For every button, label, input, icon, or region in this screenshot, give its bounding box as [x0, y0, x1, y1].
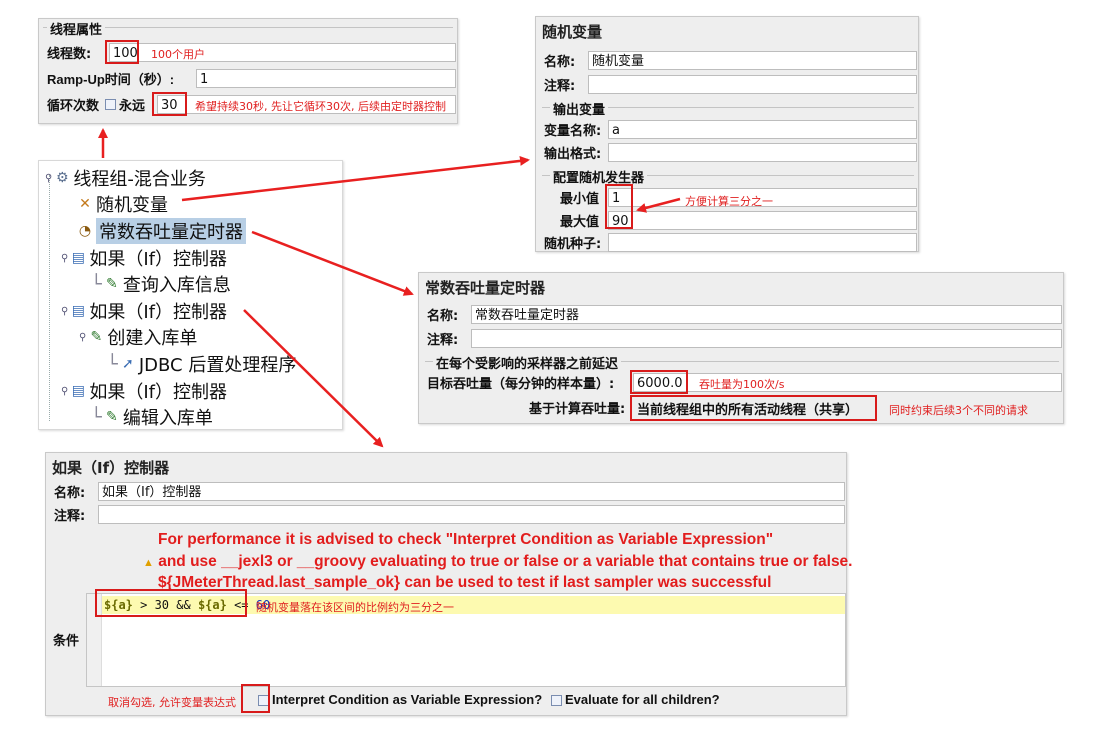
rampup-label: Ramp-Up时间（秒）:: [47, 71, 175, 87]
timer-icon: ◔: [78, 223, 92, 239]
if-name-input[interactable]: 如果（If）控制器: [98, 482, 845, 501]
timer-name-label: 名称:: [427, 308, 459, 324]
rv-format-label: 输出格式:: [544, 146, 602, 162]
condition-note: 随机变量落在该区间的比例约为三分之一: [256, 601, 454, 614]
interpret-label: Interpret Condition as Variable Expressi…: [272, 692, 543, 707]
rv-varname-label: 变量名称:: [544, 123, 602, 139]
tree-item-query-sampler[interactable]: └ ✎ 查询入库信息: [91, 271, 231, 297]
forever-checkbox[interactable]: [105, 98, 117, 110]
if-title: 如果（If）控制器: [52, 459, 170, 477]
rv-seed-label: 随机种子:: [544, 236, 602, 252]
threads-note: 100个用户: [151, 48, 205, 61]
timer-target-highlight: [630, 370, 688, 394]
timer-comment-input[interactable]: [471, 329, 1062, 348]
interpret-highlight: [241, 684, 270, 713]
rv-min-label: 最小值: [560, 191, 600, 207]
threads-label: 线程数:: [47, 46, 92, 62]
random-variable-panel: 随机变量 名称: 随机变量 注释: 输出变量 变量名称: a 输出格式: 配置随…: [535, 16, 919, 252]
timer-based-label: 基于计算吞吐量:: [529, 401, 626, 417]
rv-max-input[interactable]: 90: [608, 211, 917, 230]
pencil-icon: ✎: [105, 276, 118, 292]
if-hint-line-1: For performance it is advised to check "…: [158, 531, 774, 548]
timer-target-note: 吞吐量为100次/s: [699, 378, 785, 391]
loop-note: 希望持续30秒, 先让它循环30次, 后续由定时器控制: [195, 100, 446, 113]
random-variable-title: 随机变量: [542, 23, 603, 41]
timer-target-label: 目标吞吐量（每分钟的样本量）:: [427, 376, 615, 392]
test-plan-tree: ⚲ ⚙ 线程组-混合业务 ✕ 随机变量 ◔ 常数吞吐量定时器 ⚲ ▤ 如果（If）控制器 └…: [38, 160, 343, 430]
timer-delay-section: 在每个受影响的采样器之前延迟: [433, 353, 622, 372]
if-comment-label: 注释:: [54, 508, 86, 524]
tree-item-if-controller-2[interactable]: ⚲ ▤ 如果（If）控制器: [61, 298, 227, 324]
timer-based-highlight: [630, 395, 877, 421]
rv-max-label: 最大值: [560, 214, 600, 230]
pencil-icon: ✎: [90, 329, 103, 345]
loop-label: 循环次数: [47, 98, 100, 114]
timer-name-input[interactable]: 常数吞吐量定时器: [471, 305, 1062, 324]
rv-seed-input[interactable]: [608, 233, 917, 252]
interpret-option[interactable]: Interpret Condition as Variable Expressi…: [258, 692, 542, 707]
evaluate-checkbox[interactable]: [551, 695, 562, 707]
forever-label: 永远: [119, 98, 146, 114]
condition-label: 条件: [53, 634, 80, 649]
rv-comment-label: 注释:: [544, 78, 576, 94]
timer-title: 常数吞吐量定时器: [425, 279, 546, 297]
tree-item-throughput-timer[interactable]: ◔ 常数吞吐量定时器: [77, 218, 246, 244]
tree-item-thread-group[interactable]: ⚲ ⚙ 线程组-混合业务: [45, 165, 206, 191]
loop-highlight: [152, 92, 187, 116]
tree-item-if-controller-1[interactable]: ⚲ ▤ 如果（If）控制器: [61, 245, 227, 271]
rv-output-section: 输出变量: [550, 99, 609, 118]
postprocessor-icon: ➚: [121, 356, 134, 372]
if-hint-line-2-wrap: ▲ and use __jexl3 or __groovy evaluating…: [143, 553, 853, 571]
rv-name-input[interactable]: 随机变量: [588, 51, 917, 70]
thread-properties-panel: 线程属性 线程数: 100 100个用户 Ramp-Up时间（秒）: 1 循环次…: [38, 18, 458, 124]
threads-highlight: [105, 40, 139, 64]
evaluate-option[interactable]: Evaluate for all children?: [551, 692, 720, 707]
rv-min-note: 方便计算三分之一: [685, 195, 773, 208]
rv-minmax-highlight: [605, 184, 633, 229]
thread-properties-title: 线程属性: [47, 19, 106, 38]
if-name-label: 名称:: [54, 485, 86, 501]
tree-item-if-controller-3[interactable]: ⚲ ▤ 如果（If）控制器: [61, 378, 227, 404]
controller-icon: ▤: [71, 383, 85, 399]
if-comment-input[interactable]: [98, 505, 845, 524]
rv-format-input[interactable]: [608, 143, 917, 162]
rv-varname-input[interactable]: a: [608, 120, 917, 139]
uncheck-note: 取消勾选, 允许变量表达式: [108, 696, 236, 709]
timer-comment-label: 注释:: [427, 332, 459, 348]
rampup-input[interactable]: 1: [196, 69, 456, 88]
condition-highlight: [95, 589, 247, 617]
if-hint-line-3: ${JMeterThread.last_sample_ok} can be us…: [158, 574, 772, 591]
if-controller-panel: 如果（If）控制器 名称: 如果（If）控制器 注释: For performa…: [45, 452, 853, 716]
wrench-icon: ✕: [79, 196, 91, 212]
tree-item-random-variable[interactable]: ✕ 随机变量: [77, 191, 168, 217]
warning-icon: ▲: [143, 557, 154, 569]
controller-icon: ▤: [71, 303, 85, 319]
controller-icon: ▤: [71, 250, 85, 266]
tree-item-edit-sampler[interactable]: └ ✎ 编辑入库单: [91, 404, 213, 430]
tree-item-create-sampler[interactable]: ⚲ ✎ 创建入库单: [79, 324, 197, 350]
pencil-icon: ✎: [105, 409, 118, 425]
timer-target-input[interactable]: 6000.0: [633, 373, 1062, 392]
rv-comment-input[interactable]: [588, 75, 917, 94]
if-hint-line-2: and use __jexl3 or __groovy evaluating t…: [158, 553, 853, 570]
tree-item-jdbc-postprocessor[interactable]: └ ➚ JDBC 后置处理程序: [107, 351, 296, 377]
gear-icon: ⚙: [56, 170, 69, 186]
evaluate-label: Evaluate for all children?: [565, 692, 720, 707]
timer-based-note: 同时约束后续3个不同的请求: [889, 404, 1028, 417]
rv-name-label: 名称:: [544, 54, 576, 70]
